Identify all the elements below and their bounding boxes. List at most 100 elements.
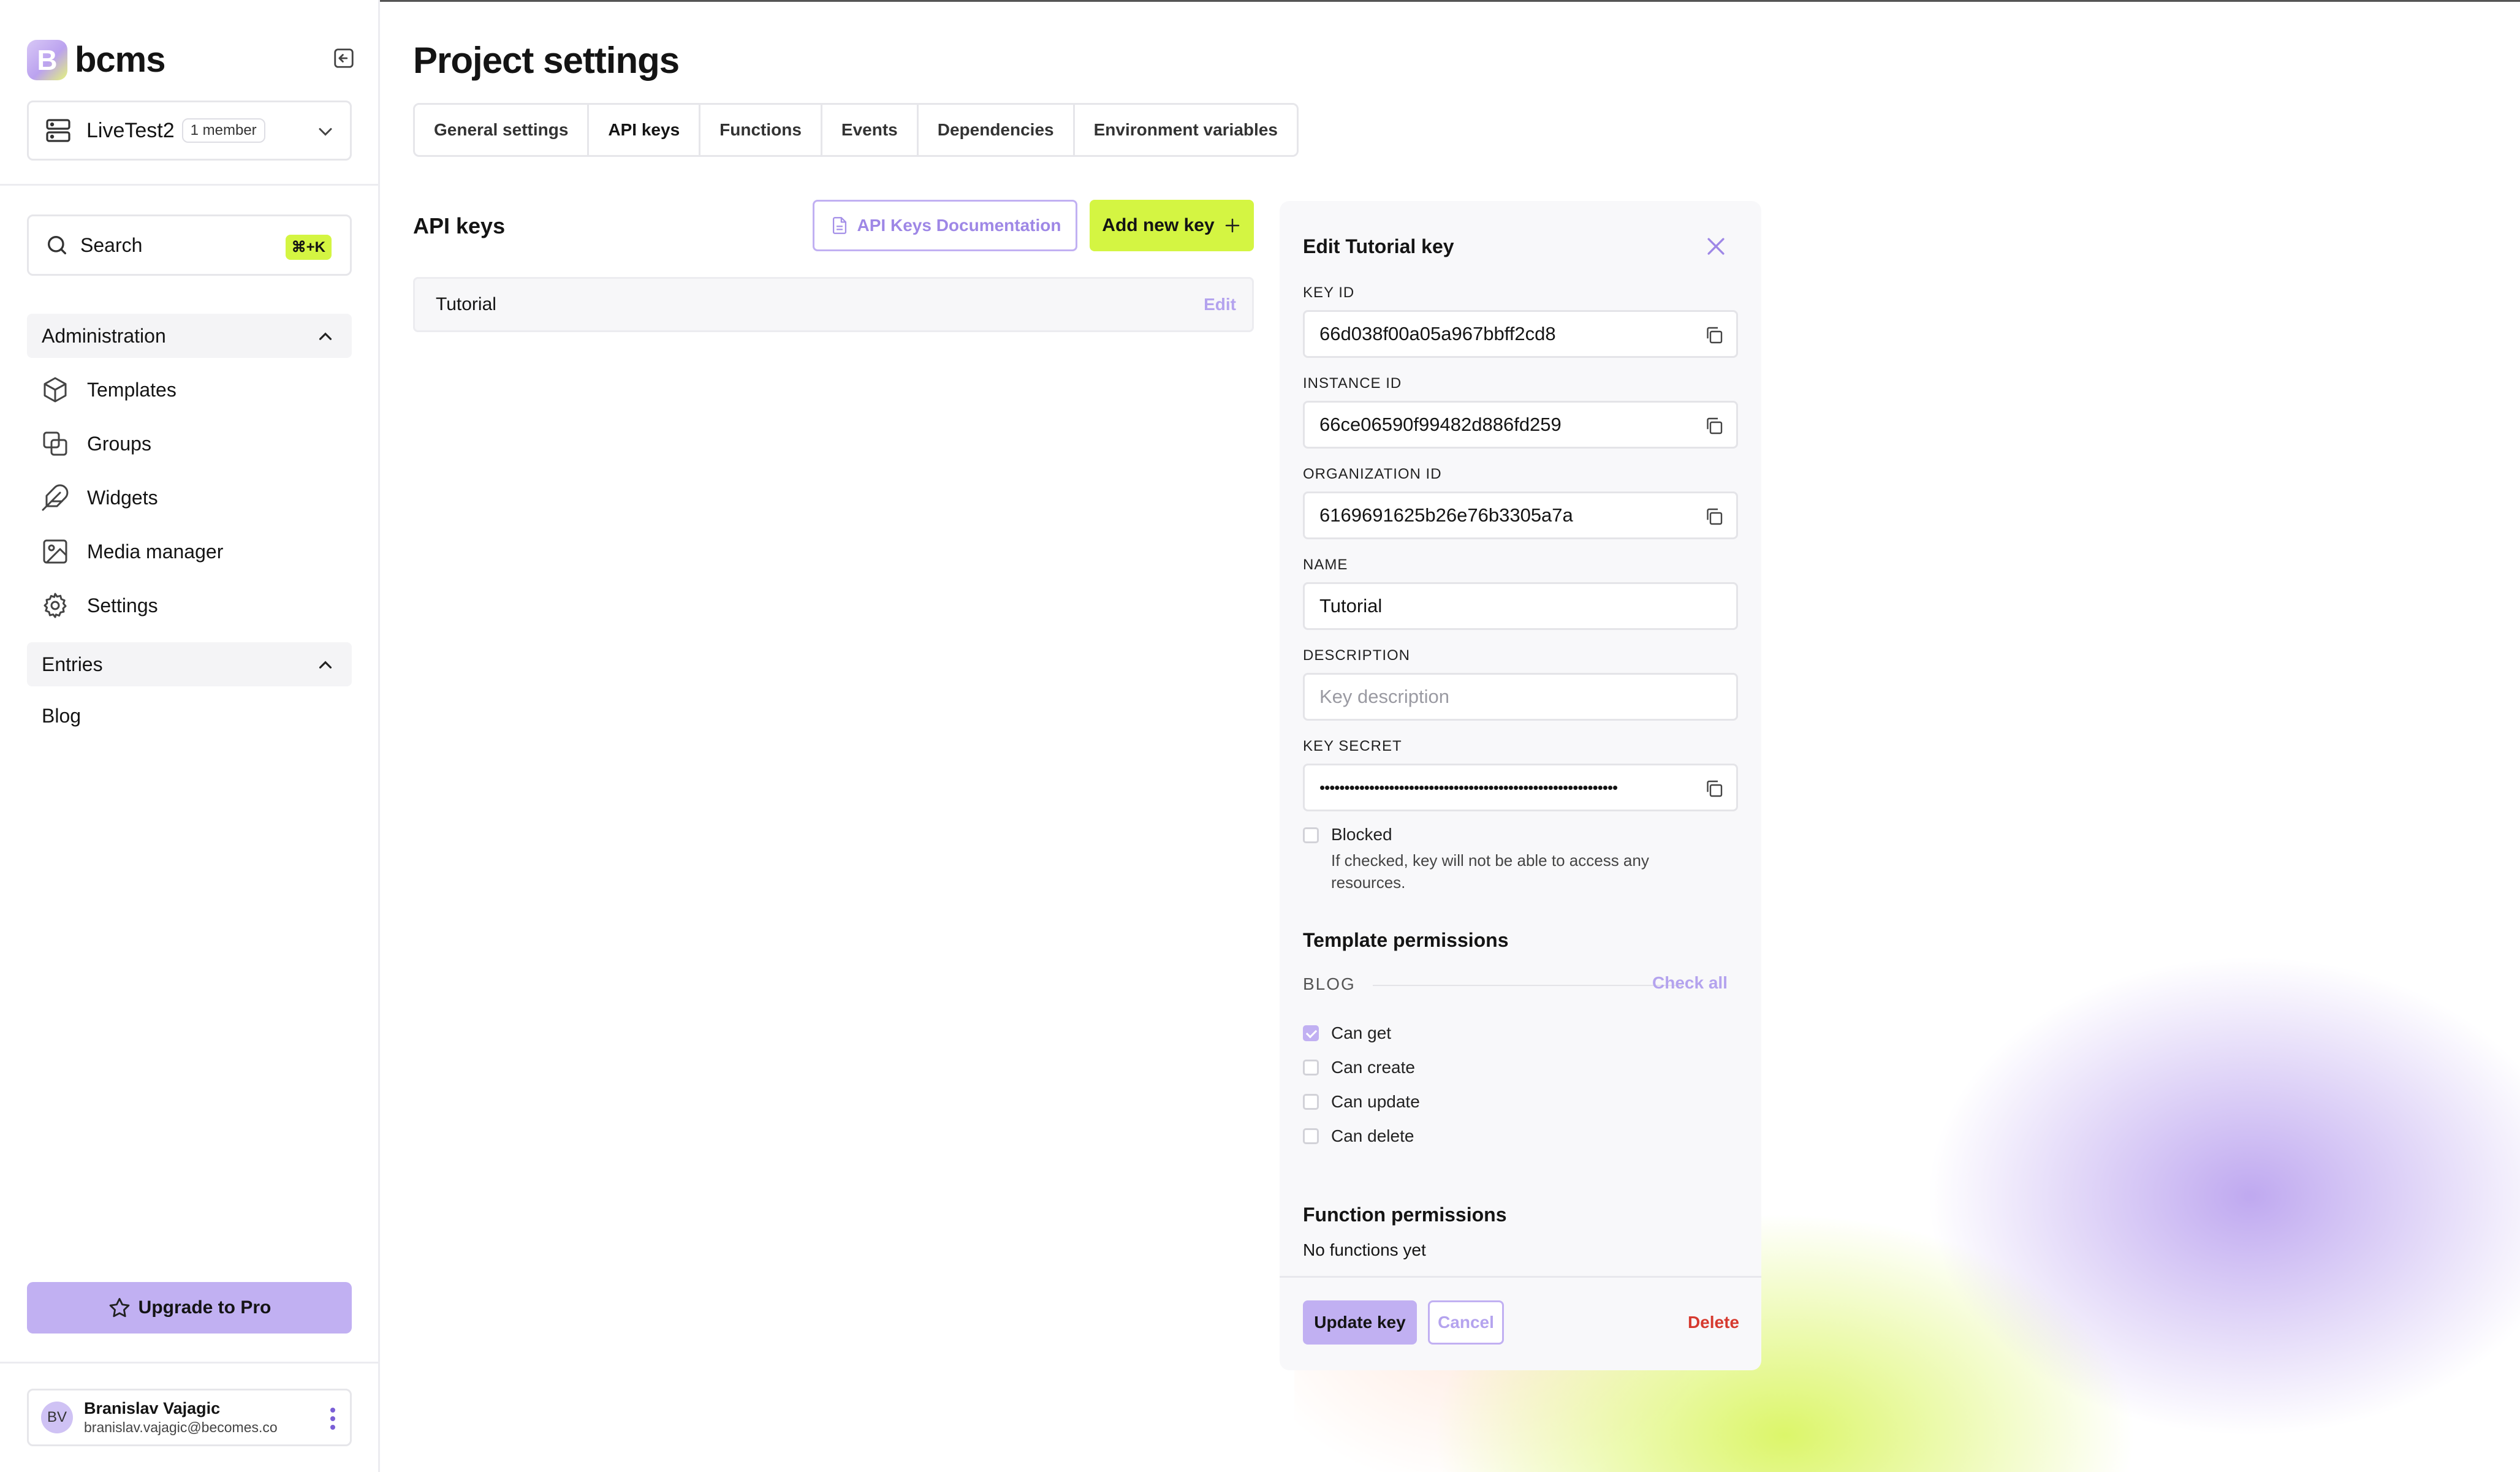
search-icon — [48, 236, 67, 254]
perm-can-update[interactable]: Can update — [1303, 1092, 1420, 1112]
add-new-key-button[interactable]: Add new key — [1090, 200, 1254, 251]
perm-label: Can update — [1331, 1092, 1420, 1111]
delete-button[interactable]: Delete — [1672, 1300, 1739, 1345]
permission-group-label: BLOG — [1303, 974, 1356, 993]
copy-icon[interactable] — [1703, 778, 1725, 800]
sidebar-divider — [0, 184, 380, 186]
key-secret-field[interactable]: ••••••••••••••••••••••••••••••••••••••••… — [1303, 764, 1738, 811]
tab-functions[interactable]: Functions — [700, 105, 822, 155]
sidebar-item-templates[interactable]: Templates — [40, 371, 176, 408]
section-administration[interactable]: Administration — [27, 314, 352, 358]
perm-can-create-checkbox[interactable] — [1303, 1060, 1319, 1076]
project-name: LiveTest2 — [86, 118, 175, 142]
section-entries[interactable]: Entries — [27, 642, 352, 686]
search-label: Search — [80, 233, 143, 256]
chevron-up-icon — [319, 661, 332, 669]
tab-api-keys[interactable]: API keys — [589, 105, 701, 155]
edit-key-panel: Edit Tutorial key KEY ID 66d038f00a05a96… — [1280, 201, 1761, 1370]
cube-icon — [44, 377, 67, 403]
plus-icon — [1225, 218, 1239, 233]
user-card[interactable]: BV Branislav Vajagic branislav.vajagic@b… — [27, 1389, 352, 1446]
function-permissions-title: Function permissions — [1303, 1204, 1507, 1226]
name-label: NAME — [1303, 556, 1348, 573]
logo[interactable]: B bcms — [27, 39, 166, 80]
project-selector[interactable]: LiveTest2 1 member — [27, 101, 352, 161]
name-input[interactable]: Tutorial — [1303, 582, 1738, 630]
instance-id-field[interactable]: 66ce06590f99482d886fd259 — [1303, 401, 1738, 449]
api-key-edit-link[interactable]: Edit — [1204, 295, 1236, 314]
organization-id-field[interactable]: 6169691625b26e76b3305a7a — [1303, 491, 1738, 539]
section-entries-label: Entries — [42, 653, 103, 675]
server-icon — [46, 119, 70, 142]
edit-panel-title: Edit Tutorial key — [1303, 235, 1454, 257]
blocked-checkbox[interactable] — [1303, 827, 1319, 843]
copy-icon[interactable] — [1703, 415, 1725, 437]
tab-events[interactable]: Events — [822, 105, 919, 155]
cancel-button[interactable]: Cancel — [1428, 1300, 1504, 1345]
star-icon — [109, 1298, 129, 1318]
sidebar: B bcms LiveTest2 1 member Search ⌘+K Adm… — [0, 0, 380, 1472]
perm-can-get[interactable]: Can get — [1303, 1023, 1391, 1043]
groups-icon — [43, 431, 67, 456]
key-id-label: KEY ID — [1303, 284, 1355, 301]
search-input[interactable]: Search ⌘+K — [27, 214, 352, 276]
sidebar-item-widgets[interactable]: Widgets — [40, 479, 158, 516]
key-id-value: 66d038f00a05a967bbff2cd8 — [1319, 323, 1556, 344]
perm-can-get-checkbox[interactable] — [1303, 1025, 1319, 1041]
organization-id-label: ORGANIZATION ID — [1303, 466, 1442, 482]
tab-environment-variables[interactable]: Environment variables — [1075, 105, 1297, 155]
collapse-sidebar-icon[interactable] — [332, 47, 355, 70]
update-key-button[interactable]: Update key — [1303, 1300, 1417, 1345]
search-shortcut-badge: ⌘+K — [285, 235, 332, 260]
api-keys-documentation-label: API Keys Documentation — [857, 216, 1061, 235]
page-title: Project settings — [413, 40, 680, 81]
user-info: Branislav Vajagic branislav.vajagic@beco… — [84, 1399, 278, 1436]
panel-footer-divider — [1280, 1276, 1761, 1278]
name-value: Tutorial — [1319, 595, 1383, 616]
instance-id-label: INSTANCE ID — [1303, 375, 1402, 392]
blocked-option: Blocked If checked, key will not be able… — [1303, 825, 1723, 893]
api-key-name: Tutorial — [436, 294, 496, 314]
close-icon[interactable] — [1702, 233, 1729, 260]
perm-can-create[interactable]: Can create — [1303, 1058, 1415, 1077]
api-keys-documentation-button[interactable]: API Keys Documentation — [813, 200, 1077, 251]
chevron-down-icon — [319, 128, 332, 136]
description-input[interactable]: Key description — [1303, 673, 1738, 721]
avatar: BV — [41, 1402, 73, 1433]
check-all-link[interactable]: Check all — [1652, 973, 1728, 993]
perm-can-delete[interactable]: Can delete — [1303, 1126, 1414, 1146]
permission-group-divider — [1373, 985, 1683, 986]
perm-can-delete-checkbox[interactable] — [1303, 1128, 1319, 1144]
copy-icon[interactable] — [1703, 324, 1725, 346]
chevron-up-icon — [319, 332, 332, 340]
perm-can-update-checkbox[interactable] — [1303, 1094, 1319, 1110]
key-secret-label: KEY SECRET — [1303, 738, 1402, 754]
sidebar-item-label: Settings — [87, 594, 158, 616]
logo-mark: B — [27, 39, 67, 80]
blocked-text: Blocked If checked, key will not be able… — [1331, 825, 1723, 893]
copy-icon[interactable] — [1703, 506, 1725, 528]
sidebar-item-groups[interactable]: Groups — [40, 425, 151, 462]
logo-text: bcms — [75, 40, 166, 80]
api-key-row[interactable]: Tutorial Edit — [413, 277, 1254, 332]
tab-general-settings[interactable]: General settings — [415, 105, 590, 155]
blocked-label: Blocked — [1331, 825, 1392, 844]
upgrade-label: Upgrade to Pro — [138, 1297, 271, 1318]
sidebar-item-blog[interactable]: Blog — [42, 705, 81, 727]
perm-label: Can delete — [1331, 1126, 1414, 1145]
perm-label: Can create — [1331, 1058, 1415, 1077]
description-label: DESCRIPTION — [1303, 647, 1411, 664]
perm-label: Can get — [1331, 1023, 1392, 1042]
key-id-field[interactable]: 66d038f00a05a967bbff2cd8 — [1303, 310, 1738, 358]
feather-icon — [42, 484, 69, 511]
blocked-hint: If checked, key will not be able to acce… — [1331, 851, 1649, 892]
upgrade-to-pro-button[interactable]: Upgrade to Pro — [27, 1282, 352, 1334]
tab-dependencies[interactable]: Dependencies — [919, 105, 1075, 155]
image-icon — [43, 539, 67, 564]
sidebar-item-settings[interactable]: Settings — [40, 587, 158, 624]
sidebar-divider — [0, 1362, 380, 1364]
sidebar-item-media-manager[interactable]: Media manager — [40, 533, 223, 570]
settings-tabs: General settings API keys Functions Even… — [413, 103, 1299, 157]
more-options-icon[interactable] — [327, 1406, 339, 1431]
sidebar-item-label: Widgets — [87, 486, 158, 509]
